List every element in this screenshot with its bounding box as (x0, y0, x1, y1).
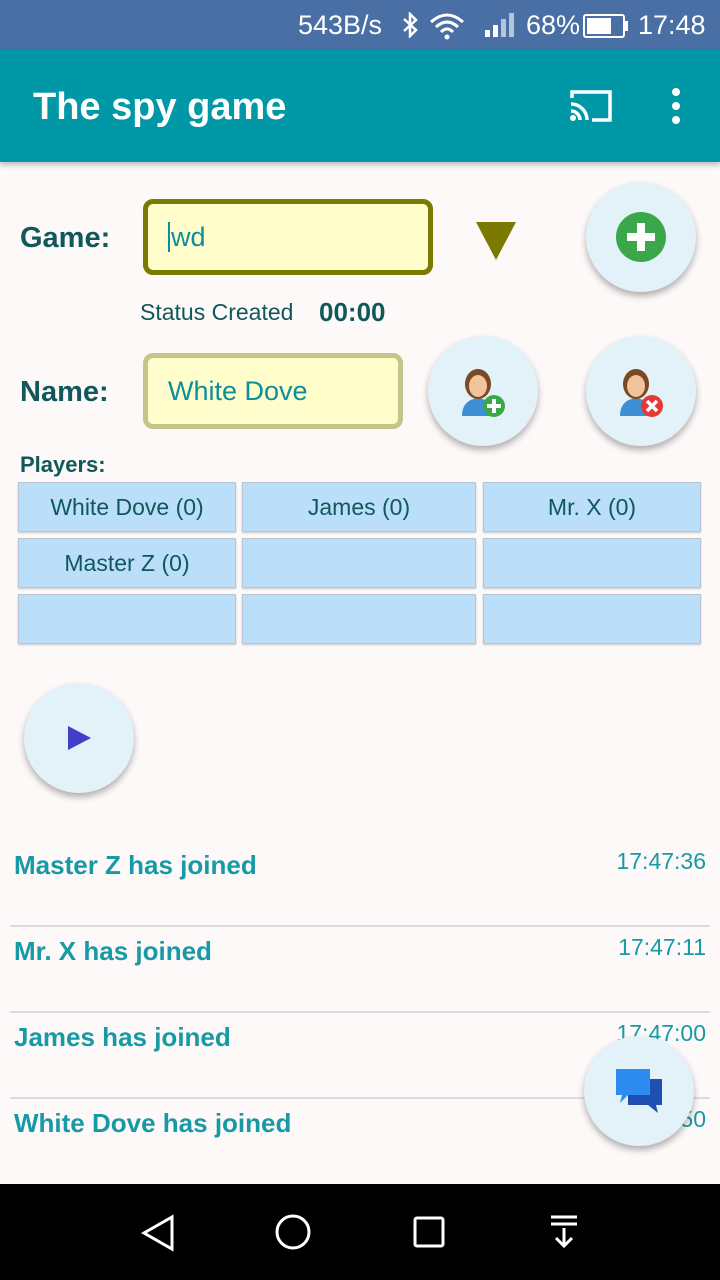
app-bar: The spy game (0, 50, 720, 162)
text-caret (168, 222, 170, 252)
app-title: The spy game (33, 86, 287, 128)
player-cell[interactable] (242, 594, 476, 644)
add-game-button[interactable] (586, 182, 696, 292)
message-text: Master Z has joined (14, 850, 257, 880)
cast-icon[interactable] (568, 88, 614, 124)
name-input-value: White Dove (168, 375, 308, 406)
recents-icon[interactable] (412, 1215, 446, 1249)
player-cell[interactable]: Mr. X (0) (483, 482, 701, 532)
message-time: 17:47:36 (616, 848, 706, 874)
navigation-bar (0, 1184, 720, 1280)
chat-button[interactable] (584, 1036, 694, 1146)
game-input[interactable]: wd (143, 199, 433, 275)
list-item: Mr. X has joined 17:47:11 (0, 916, 720, 1002)
message-text: White Dove has joined (14, 1108, 292, 1138)
start-game-button[interactable] (24, 683, 134, 793)
wifi-icon (430, 13, 464, 40)
remove-player-button[interactable] (586, 336, 696, 446)
player-cell[interactable]: Master Z (0) (18, 538, 236, 588)
battery-percent: 68% (526, 10, 581, 40)
battery-icon (583, 14, 628, 38)
home-icon[interactable] (274, 1213, 312, 1251)
add-player-button[interactable] (428, 336, 538, 446)
game-status: Status Created (140, 299, 294, 325)
name-input[interactable]: White Dove (143, 353, 403, 429)
more-vert-icon[interactable] (664, 86, 688, 126)
list-item: Master Z has joined 17:47:36 (0, 830, 720, 916)
signal-icon (485, 13, 514, 37)
plus-circle-icon (616, 212, 666, 262)
game-input-value: wd (171, 221, 206, 252)
player-cell[interactable]: White Dove (0) (18, 482, 236, 532)
status-bar: 543B/s 68% 17:48 (0, 0, 720, 50)
clock: 17:48 (638, 10, 706, 40)
person-add-icon (462, 369, 505, 417)
message-text: James has joined (14, 1022, 231, 1052)
player-cell[interactable] (483, 538, 701, 588)
person-remove-icon (620, 369, 663, 417)
play-icon (68, 726, 91, 750)
game-label: Game: (20, 222, 111, 254)
back-icon[interactable] (140, 1214, 176, 1252)
player-cell[interactable] (242, 538, 476, 588)
player-cell[interactable]: James (0) (242, 482, 476, 532)
player-cell[interactable] (18, 594, 236, 644)
players-label: Players: (20, 452, 106, 477)
game-timer: 00:00 (319, 297, 386, 327)
bluetooth-icon (403, 12, 418, 38)
notification-pulldown-icon[interactable] (548, 1214, 580, 1250)
chat-icon (616, 1069, 662, 1113)
message-text: Mr. X has joined (14, 936, 212, 966)
name-label: Name: (20, 376, 109, 408)
player-cell[interactable] (483, 594, 701, 644)
network-speed: 543B/s (298, 10, 383, 40)
game-dropdown-toggle[interactable] (476, 222, 516, 260)
message-time: 17:47:11 (618, 934, 706, 960)
